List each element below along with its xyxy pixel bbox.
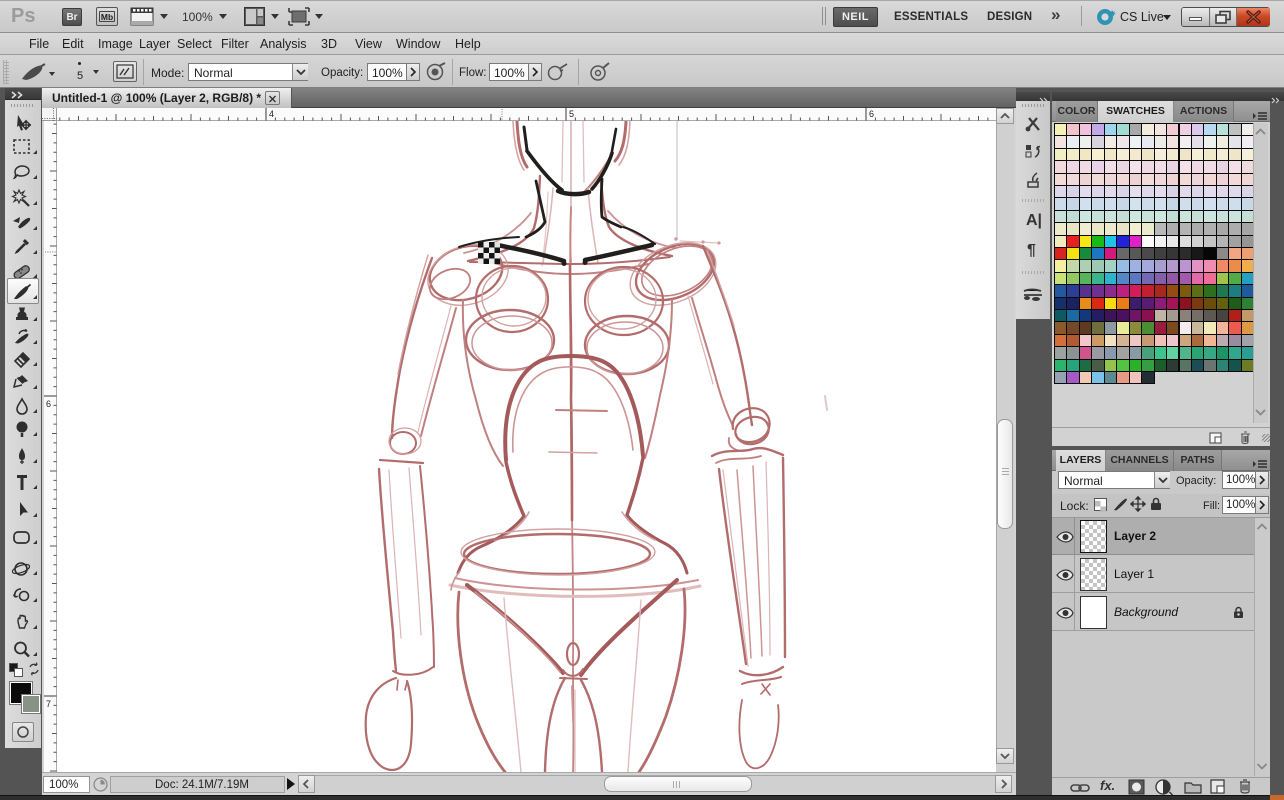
svg-text:5: 5 [569, 109, 574, 119]
svg-text:6: 6 [46, 399, 51, 409]
svg-text:4: 4 [269, 109, 274, 119]
svg-text:7: 7 [46, 699, 51, 709]
svg-text:6: 6 [869, 109, 874, 119]
